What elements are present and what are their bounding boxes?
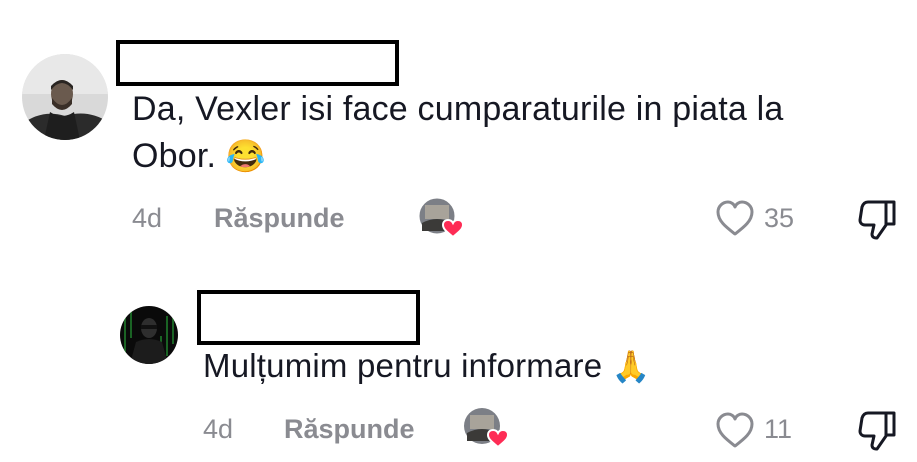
reply-text-segment: Mulțumim pentru informare [203, 347, 603, 384]
commenter-name-redacted[interactable] [116, 40, 399, 86]
reply-text: Mulțumim pentru informare 🙏 [203, 342, 883, 390]
comment-text-line: Da, Vexler isi face cumparaturile in pia… [132, 90, 784, 128]
dislike-button[interactable] [858, 196, 900, 240]
heart-outline-icon [716, 412, 754, 448]
like-button[interactable] [714, 198, 756, 238]
replier-name-redacted[interactable] [197, 290, 420, 345]
heart-badge-icon [441, 218, 465, 239]
dislike-button[interactable] [858, 407, 900, 451]
thumbs-down-icon [858, 200, 896, 240]
reply-timestamp: 4d [203, 414, 234, 444]
creator-liked-badge [462, 407, 510, 449]
thumbs-down-icon [858, 411, 896, 451]
reply-button[interactable]: Răspunde [214, 203, 345, 234]
comment-text: Da, Vexler isi face cumparaturile in pia… [132, 86, 892, 180]
like-count: 11 [764, 414, 793, 444]
heart-outline-icon [716, 200, 754, 236]
commenter-avatar[interactable] [22, 54, 108, 140]
heart-badge-icon [486, 428, 510, 449]
praying-hands-emoji: 🙏 [611, 349, 651, 384]
laughing-emoji: 😂 [225, 138, 266, 174]
creator-liked-badge [417, 197, 465, 239]
comment-text-segment: Obor. [132, 137, 217, 175]
reply-button[interactable]: Răspunde [284, 414, 415, 445]
comment-timestamp: 4d [132, 203, 163, 233]
like-count: 35 [764, 203, 795, 233]
comment-text-line: Obor. 😂 [132, 133, 892, 180]
replier-avatar[interactable] [120, 306, 178, 364]
like-button[interactable] [714, 410, 756, 450]
